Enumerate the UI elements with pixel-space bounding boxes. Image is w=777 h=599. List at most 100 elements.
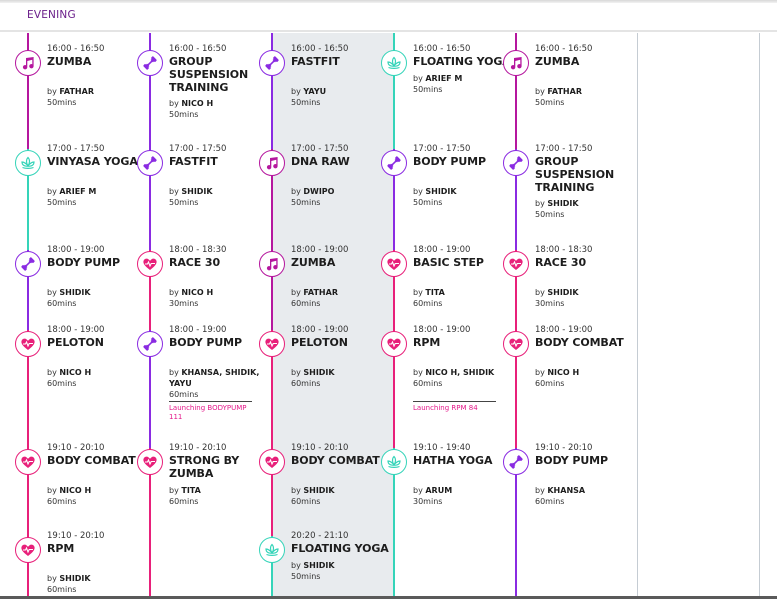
class-card[interactable]: 17:00 - 17:50 GROUP SUSPENSION TRAINING by… xyxy=(535,144,635,220)
class-time: 18:00 - 19:00 xyxy=(535,325,593,335)
instructor-name: SHIDIK xyxy=(181,187,213,196)
class-card[interactable]: 18:00 - 19:00 PELOTON by NICO H 60mins xyxy=(47,325,147,389)
class-name[interactable]: RACE 30 xyxy=(535,256,635,269)
class-card[interactable]: 19:10 - 20:10 STRONG BY ZUMBA by TITA 60min… xyxy=(169,443,269,507)
class-name[interactable]: RPM xyxy=(413,336,513,349)
class-duration: 50mins xyxy=(47,98,77,107)
class-card[interactable]: 18:00 - 19:00 BODY COMBAT by NICO H 60mins xyxy=(535,325,635,389)
class-name[interactable]: FASTFIT xyxy=(291,55,391,68)
class-time: 18:00 - 18:30 xyxy=(535,245,593,255)
class-card[interactable]: 20:20 - 21:10 FLOATING YOGA by SHIDIK 50min… xyxy=(291,531,391,582)
class-card[interactable]: 17:00 - 17:50 VINYASA YOGA by ARIEF M 50min… xyxy=(47,144,147,208)
class-card[interactable]: 18:00 - 18:30 RACE 30 by SHIDIK 30mins xyxy=(535,245,635,309)
instructor-prefix: by xyxy=(291,187,301,196)
class-time: 17:00 - 17:50 xyxy=(535,144,593,154)
class-card[interactable]: 18:00 - 19:00 ZUMBA by FATHAR 60mins xyxy=(291,245,391,309)
class-name[interactable]: GROUP SUSPENSION TRAINING xyxy=(535,155,635,194)
dumbbell-icon xyxy=(137,150,163,176)
class-card[interactable]: 17:00 - 17:50 DNA RAW by DWIPO 50mins xyxy=(291,144,391,208)
instructor-name: NICO H xyxy=(181,99,214,108)
class-card[interactable]: 19:10 - 20:10 RPM by SHIDIK 60mins xyxy=(47,531,147,595)
class-name[interactable]: GROUP SUSPENSION TRAINING xyxy=(169,55,269,94)
class-time: 19:10 - 20:10 xyxy=(47,443,105,453)
class-duration: 60mins xyxy=(291,497,321,506)
class-card[interactable]: 19:10 - 20:10 BODY COMBAT by SHIDIK 60mins xyxy=(291,443,391,507)
class-card[interactable]: 18:00 - 19:00 BODY PUMP by SHIDIK 60mins xyxy=(47,245,147,309)
class-duration: 60mins xyxy=(47,379,77,388)
class-card[interactable]: 19:10 - 20:10 BODY PUMP by KHANSA 60mins xyxy=(535,443,635,507)
class-name[interactable]: HATHA YOGA xyxy=(413,454,513,467)
class-name[interactable]: BODY PUMP xyxy=(47,256,147,269)
class-card[interactable]: 18:00 - 19:00 BASIC STEP by TITA 60mins xyxy=(413,245,513,309)
promo-launch-text[interactable]: Launching RPM 84 xyxy=(413,404,503,413)
class-name[interactable]: ZUMBA xyxy=(47,55,147,68)
class-time: 19:10 - 19:40 xyxy=(413,443,471,453)
class-instructor: by NICO H xyxy=(169,98,269,109)
class-name[interactable]: BODY COMBAT xyxy=(47,454,147,467)
class-instructor: by TITA xyxy=(413,287,513,298)
class-name[interactable]: FLOATING YOGA xyxy=(291,542,391,555)
class-duration: 60mins xyxy=(47,585,77,594)
instructor-prefix: by xyxy=(47,368,57,377)
class-name[interactable]: RPM xyxy=(47,542,147,555)
instructor-name: FATHAR xyxy=(547,87,582,96)
instructor-prefix: by xyxy=(535,199,545,208)
class-name[interactable]: DNA RAW xyxy=(291,155,391,168)
class-instructor: by SHIDIK xyxy=(47,573,147,584)
class-card[interactable]: 16:00 - 16:50 ZUMBA by FATHAR 50mins xyxy=(535,44,635,108)
class-card[interactable]: 16:00 - 16:50 FLOATING YOGA by ARIEF M 50mi… xyxy=(413,44,513,95)
class-duration: 60mins xyxy=(413,379,443,388)
class-name[interactable]: STRONG BY ZUMBA xyxy=(169,454,269,480)
section-label-evening: EVENING xyxy=(27,9,76,21)
class-card[interactable]: 19:10 - 19:40 HATHA YOGA by ARUM 30mins xyxy=(413,443,513,507)
class-duration: 60mins xyxy=(535,497,565,506)
class-card[interactable]: 18:00 - 18:30 RACE 30 by NICO H 30mins xyxy=(169,245,269,309)
instructor-name: YAYU xyxy=(303,87,327,96)
class-card[interactable]: 17:00 - 17:50 FASTFIT by SHIDIK 50mins xyxy=(169,144,269,208)
instructor-name: TITA xyxy=(425,288,445,297)
promo-launch-text[interactable]: Launching BODYPUMP 111 xyxy=(169,404,259,422)
class-card[interactable]: 16:00 - 16:50 ZUMBA by FATHAR 50mins xyxy=(47,44,147,108)
class-name[interactable]: BASIC STEP xyxy=(413,256,513,269)
instructor-name: SHIDIK xyxy=(303,561,335,570)
promo-divider xyxy=(169,401,252,402)
class-name[interactable]: BODY PUMP xyxy=(413,155,513,168)
class-name[interactable]: RACE 30 xyxy=(169,256,269,269)
class-name[interactable]: VINYASA YOGA xyxy=(47,155,147,168)
instructor-prefix: by xyxy=(535,486,545,495)
instructor-name: FATHAR xyxy=(303,288,338,297)
class-duration: 50mins xyxy=(291,98,321,107)
music-note-icon xyxy=(259,251,285,277)
instructor-prefix: by xyxy=(413,288,423,297)
class-name[interactable]: FLOATING YOGA xyxy=(413,55,513,68)
class-name[interactable]: BODY COMBAT xyxy=(535,336,635,349)
class-name[interactable]: ZUMBA xyxy=(291,256,391,269)
class-name[interactable]: FASTFIT xyxy=(169,155,269,168)
class-card[interactable]: 18:00 - 19:00 PELOTON by SHIDIK 60mins xyxy=(291,325,391,389)
instructor-prefix: by xyxy=(47,486,57,495)
class-time: 17:00 - 17:50 xyxy=(47,144,105,154)
class-name[interactable]: BODY PUMP xyxy=(169,336,269,349)
class-name[interactable]: PELOTON xyxy=(291,336,391,349)
class-card[interactable]: 18:00 - 19:00 BODY PUMP by KHANSA, SHIDIK,… xyxy=(169,325,269,400)
dumbbell-icon xyxy=(137,50,163,76)
class-card[interactable]: 18:00 - 19:00 RPM by NICO H, SHIDIK 60mins xyxy=(413,325,513,389)
class-card[interactable]: 17:00 - 17:50 BODY PUMP by SHIDIK 50mins xyxy=(413,144,513,208)
class-name[interactable]: ZUMBA xyxy=(535,55,635,68)
instructor-prefix: by xyxy=(169,187,179,196)
class-card[interactable]: 16:00 - 16:50 GROUP SUSPENSION TRAINING by… xyxy=(169,44,269,120)
class-card[interactable]: 19:10 - 20:10 BODY COMBAT by NICO H 60mins xyxy=(47,443,147,507)
heart-pulse-icon xyxy=(259,331,285,357)
music-note-icon xyxy=(503,50,529,76)
class-name[interactable]: BODY PUMP xyxy=(535,454,635,467)
class-duration: 30mins xyxy=(169,299,199,308)
instructor-prefix: by xyxy=(535,368,545,377)
class-card[interactable]: 16:00 - 16:50 FASTFIT by YAYU 50mins xyxy=(291,44,391,108)
instructor-prefix: by xyxy=(291,87,301,96)
dumbbell-icon xyxy=(503,449,529,475)
class-name[interactable]: PELOTON xyxy=(47,336,147,349)
class-time: 18:00 - 19:00 xyxy=(291,325,349,335)
class-name[interactable]: BODY COMBAT xyxy=(291,454,391,467)
